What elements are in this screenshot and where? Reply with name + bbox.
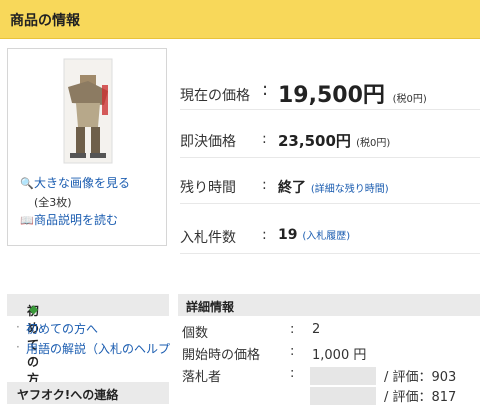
detail-label: 開始時の価格 — [182, 348, 261, 363]
bid-count-value: 19 (入札履歴) — [278, 227, 351, 243]
book-icon: 📖 — [20, 214, 34, 227]
detail-row-winner-2: / 評価：817 — [178, 386, 480, 406]
product-image-panel: 🔍大きな画像を見る (全3枚) 📖商品説明を読む — [7, 48, 167, 246]
current-price-value: 19,500円 (税0円) — [278, 83, 427, 108]
bid-history-link[interactable]: (入札履歴) — [302, 231, 350, 242]
bid-count-label: 入札件数 — [180, 230, 236, 246]
view-large-image-link[interactable]: 🔍大きな画像を見る — [20, 174, 130, 191]
detail-row-start-price: 開始時の価格 : 1,000 円 — [178, 344, 480, 364]
buyout-price-value: 23,500円 (税0円) — [278, 132, 391, 150]
detail-label: 落札者 — [182, 370, 222, 385]
colon: : — [262, 177, 267, 193]
beginner-section-title: 初めての方 ◆ — [7, 294, 169, 386]
beginner-guide-link[interactable]: 初めての方へ — [26, 320, 98, 337]
buyout-price-label: 即決価格 — [180, 134, 236, 150]
colon: : — [262, 131, 267, 147]
remaining-time-row: 残り時間 : 終了 (詳細な残り時間) — [180, 163, 480, 204]
section-header: 商品の情報 — [0, 0, 480, 39]
magnifier-icon: 🔍 — [20, 177, 34, 190]
details-heading: 詳細情報 — [178, 294, 480, 316]
list-bullet: · — [16, 320, 20, 334]
remaining-time-detail-link[interactable]: (詳細な残り時間) — [311, 184, 389, 195]
detail-colon: : — [290, 322, 295, 337]
section-title: 商品の情報 — [10, 13, 80, 29]
detail-value: 2 — [312, 322, 321, 337]
detail-row-quantity: 個数 : 2 — [178, 322, 480, 342]
colon: : — [262, 227, 267, 243]
image-count: (全3枚) — [34, 196, 72, 209]
detail-row-winner-1: 落札者 : / 評価：903 — [178, 366, 480, 386]
masked-username — [310, 387, 376, 405]
winner-rating: / 評価：903 — [384, 370, 457, 385]
detail-colon: : — [290, 366, 295, 381]
masked-username — [310, 367, 376, 385]
detail-value: 1,000 円 — [312, 348, 367, 363]
contact-section-title: ヤフオク!への連絡 — [7, 382, 169, 404]
read-description-link[interactable]: 📖商品説明を読む — [20, 211, 118, 228]
beginner-mark-icon: ◆ — [29, 302, 39, 316]
current-price-row: 現在の価格 : 19,500円 (税0円) — [180, 55, 480, 110]
winner-rating: / 評価：817 — [384, 390, 457, 405]
list-bullet: · — [16, 340, 20, 354]
bid-count-row: 入札件数 : 19 (入札履歴) — [180, 213, 480, 254]
colon: : — [262, 79, 269, 100]
detail-colon: : — [290, 344, 295, 359]
product-thumbnail[interactable] — [58, 57, 118, 167]
remaining-time-label: 残り時間 — [180, 180, 236, 196]
buyout-price-row: 即決価格 : 23,500円 (税0円) — [180, 117, 480, 158]
current-price-label: 現在の価格 — [180, 88, 250, 104]
detail-label: 個数 — [182, 326, 209, 341]
glossary-link[interactable]: 用語の解説（入札のヘルプ — [26, 340, 170, 357]
remaining-time-value: 終了 (詳細な残り時間) — [278, 180, 389, 196]
